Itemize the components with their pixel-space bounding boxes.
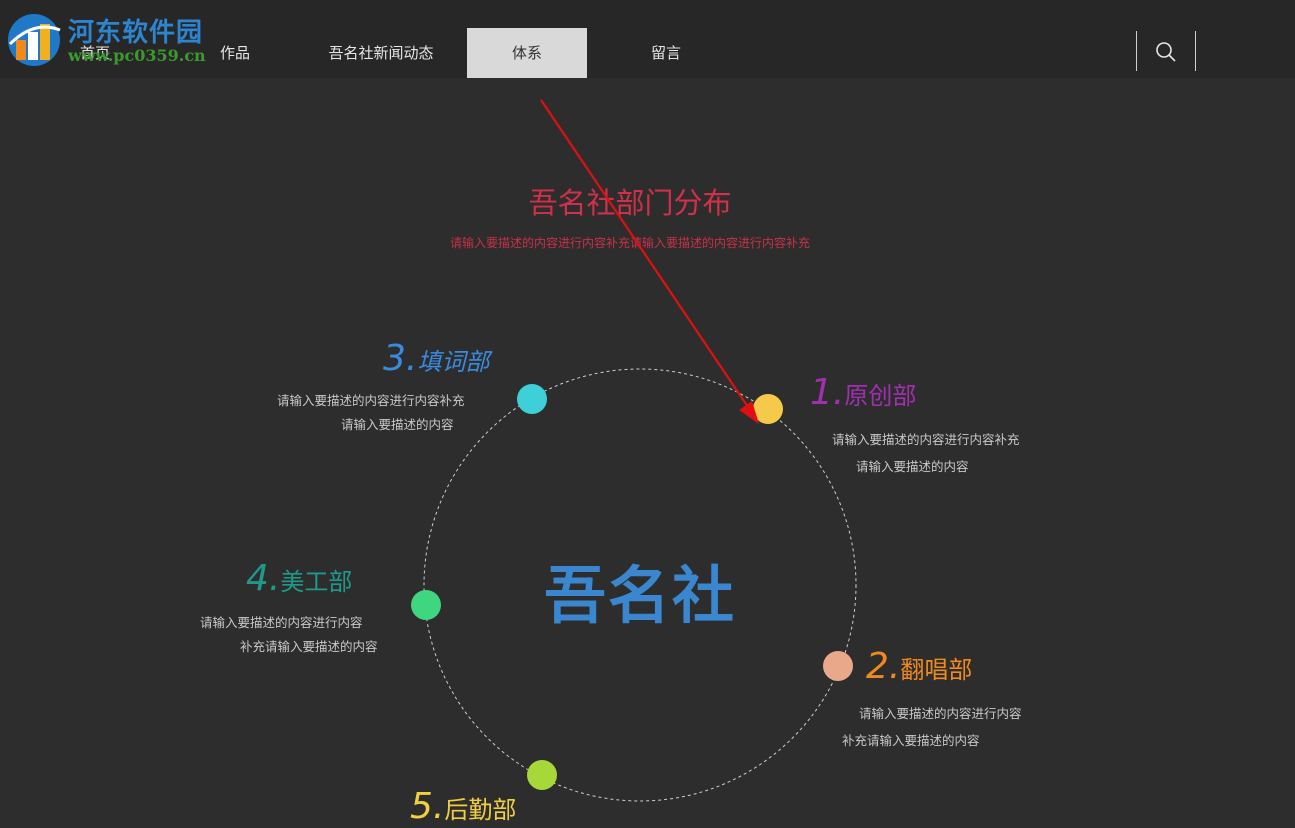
dept-number: 1. xyxy=(810,372,845,413)
dept-number: 4. xyxy=(246,558,281,599)
dept-name: 美工部 xyxy=(280,568,353,596)
dept-desc-4a: 请输入要描述的内容进行内容 xyxy=(200,615,363,630)
dept-desc-4b: 补充请输入要描述的内容 xyxy=(240,639,378,654)
dept-name: 翻唱部 xyxy=(900,656,973,684)
center-label: 吾名社 xyxy=(543,559,736,632)
dept-dot-3 xyxy=(517,384,547,414)
dept-dot-5 xyxy=(527,760,557,790)
dept-number: 3. xyxy=(383,338,418,379)
dept-title-1: 1.原创部 xyxy=(810,372,916,413)
dept-number: 2. xyxy=(866,646,901,687)
dept-desc-2b: 补充请输入要描述的内容 xyxy=(842,733,980,748)
dept-desc-3b: 请输入要描述的内容 xyxy=(341,417,454,432)
dept-title-5: 5.后勤部 xyxy=(410,786,516,827)
dept-dot-4 xyxy=(411,590,441,620)
dept-desc-1b: 请输入要描述的内容 xyxy=(856,459,969,474)
dept-name: 填词部 xyxy=(417,348,490,376)
dept-title-4: 4.美工部 xyxy=(246,558,352,599)
annotation-arrow xyxy=(540,99,759,424)
department-ring-diagram xyxy=(411,99,857,802)
dept-desc-3a: 请输入要描述的内容进行内容补充 xyxy=(277,393,465,408)
dept-dot-2 xyxy=(823,651,853,681)
dept-name: 后勤部 xyxy=(444,796,517,824)
dept-title-3: 3.填词部 xyxy=(383,338,489,379)
dept-desc-1a: 请输入要描述的内容进行内容补充 xyxy=(832,432,1020,447)
dept-name: 原创部 xyxy=(844,382,917,410)
dept-desc-2a: 请输入要描述的内容进行内容 xyxy=(859,706,1022,721)
dept-title-2: 2.翻唱部 xyxy=(866,646,972,687)
dept-number: 5. xyxy=(410,786,445,827)
